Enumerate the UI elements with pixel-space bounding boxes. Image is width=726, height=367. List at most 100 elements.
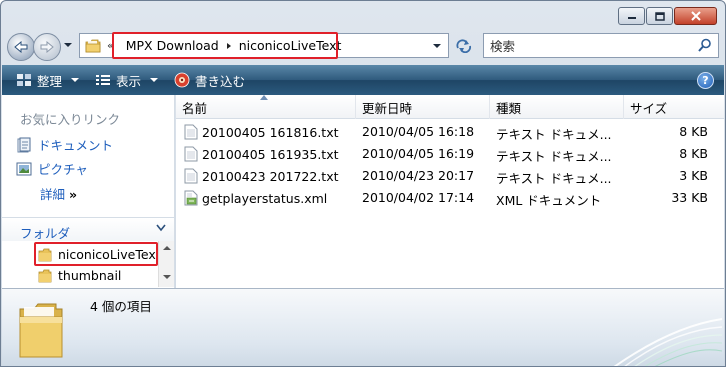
minimize-button[interactable] xyxy=(618,7,645,25)
forward-arrow-icon xyxy=(40,41,54,53)
organize-label: 整理 xyxy=(37,73,63,89)
column-header-type[interactable]: 種類 xyxy=(490,95,624,119)
tree-item-label: thumbnail xyxy=(58,268,122,283)
folders-title: フォルダ xyxy=(20,226,71,241)
help-button[interactable]: ? xyxy=(697,72,714,89)
file-date: 2010/04/02 17:14 xyxy=(362,190,475,205)
folder-icon xyxy=(85,39,101,52)
address-dropdown-icon[interactable] xyxy=(432,42,442,50)
favorite-pictures[interactable]: ピクチャ xyxy=(16,159,88,178)
column-header-name[interactable]: 名前 xyxy=(176,95,356,119)
recent-pages-chevron-icon[interactable] xyxy=(63,41,73,49)
file-type: テキスト ドキュメ... xyxy=(496,127,612,142)
column-header-date[interactable]: 更新日時 xyxy=(356,95,490,119)
file-name: 20100405 161935.txt xyxy=(202,146,339,162)
table-row[interactable]: 20100423 201722.txt 2010/04/23 20:17 テキス… xyxy=(176,165,724,187)
column-size-label: サイズ xyxy=(630,100,668,116)
refresh-icon xyxy=(456,39,472,53)
search-icon[interactable] xyxy=(698,38,712,52)
chevron-down-icon xyxy=(150,78,159,82)
file-date: 2010/04/23 20:17 xyxy=(362,168,475,183)
column-name-label: 名前 xyxy=(182,100,208,116)
help-icon: ? xyxy=(702,74,709,87)
caption-buttons xyxy=(618,7,717,25)
forward-button[interactable] xyxy=(33,33,61,61)
file-size: 8 KB xyxy=(679,146,708,161)
command-bar: 整理 表示 書き込む ? xyxy=(2,65,724,95)
history-chevron[interactable]: « xyxy=(107,39,114,52)
breadcrumb: MPX Download niconicoLiveText xyxy=(111,32,352,59)
burn-label: 書き込む xyxy=(195,73,246,89)
file-name-cell: 20100423 201722.txt xyxy=(184,168,339,184)
sort-ascending-icon xyxy=(260,95,268,100)
file-name-cell: getplayerstatus.xml xyxy=(184,190,327,206)
search-input[interactable]: 検索 xyxy=(483,33,719,58)
breadcrumb-separator-icon[interactable] xyxy=(225,42,233,50)
file-name: 20100405 161816.txt xyxy=(202,124,339,140)
column-header-row: 名前 更新日時 種類 サイズ xyxy=(176,95,724,119)
item-count: 4 個の項目 xyxy=(90,299,152,314)
folder-icon xyxy=(38,269,52,282)
address-row: « MPX Download niconicoLiveText 検索 xyxy=(7,31,719,61)
column-type-label: 種類 xyxy=(496,100,522,116)
file-name: 20100423 201722.txt xyxy=(202,168,339,184)
decorative-swoosh xyxy=(613,318,723,366)
file-type: XML ドキュメント xyxy=(496,193,602,208)
folder-icon xyxy=(38,248,52,261)
folder-tree-scrollbar[interactable] xyxy=(158,241,174,287)
documents-icon xyxy=(17,137,31,152)
more-links[interactable]: 詳細» xyxy=(40,184,77,203)
search-placeholder: 検索 xyxy=(490,39,516,54)
breadcrumb-mpx-download[interactable]: MPX Download xyxy=(120,38,225,53)
back-arrow-icon xyxy=(14,41,28,53)
maximize-icon xyxy=(654,11,665,21)
refresh-button[interactable] xyxy=(453,37,475,55)
favorite-documents-label: ドキュメント xyxy=(38,138,114,153)
file-date: 2010/04/05 16:19 xyxy=(362,146,475,161)
tree-item-thumbnail[interactable]: thumbnail xyxy=(38,268,121,283)
scroll-down-icon[interactable] xyxy=(163,274,171,280)
breadcrumb-niconicolivetext[interactable]: niconicoLiveText xyxy=(233,38,348,53)
large-folder-icon xyxy=(19,303,63,358)
more-chevrons: » xyxy=(69,187,77,202)
views-menu[interactable]: 表示 xyxy=(87,65,166,95)
scroll-up-icon[interactable] xyxy=(163,245,171,251)
navigation-pane: お気に入りリンク ドキュメント ピクチャ 詳細» フォルダ niconicoLi… xyxy=(2,95,175,288)
organize-menu[interactable]: 整理 xyxy=(8,65,87,95)
minimize-icon xyxy=(627,17,636,19)
pictures-icon xyxy=(16,162,32,175)
chevron-down-icon xyxy=(156,224,166,232)
text-file-icon xyxy=(184,168,198,184)
close-icon xyxy=(690,11,701,21)
file-name: getplayerstatus.xml xyxy=(202,190,328,206)
file-size: 3 KB xyxy=(679,168,708,183)
burn-disc-icon xyxy=(174,72,190,88)
table-row[interactable]: getplayerstatus.xml 2010/04/02 17:14 XML… xyxy=(176,187,724,209)
address-bar[interactable]: « MPX Download niconicoLiveText xyxy=(79,32,449,59)
tree-item-niconicolivetext[interactable]: niconicoLiveText xyxy=(38,247,161,262)
folders-header[interactable]: フォルダ xyxy=(2,217,174,241)
organize-icon xyxy=(17,74,31,86)
views-label: 表示 xyxy=(116,73,142,89)
file-size: 8 KB xyxy=(679,124,708,139)
file-type: テキスト ドキュメ... xyxy=(496,171,612,186)
text-file-icon xyxy=(184,146,198,162)
column-date-label: 更新日時 xyxy=(362,100,413,116)
file-size: 33 KB xyxy=(671,190,708,205)
table-row[interactable]: 20100405 161935.txt 2010/04/05 16:19 テキス… xyxy=(176,143,724,165)
xml-file-icon xyxy=(184,190,198,206)
text-file-icon xyxy=(184,124,198,140)
burn-button[interactable]: 書き込む xyxy=(166,65,253,95)
more-label: 詳細 xyxy=(40,187,66,202)
favorite-pictures-label: ピクチャ xyxy=(38,162,88,177)
close-button[interactable] xyxy=(674,7,717,25)
file-list: 名前 更新日時 種類 サイズ 20100405 161816.txt 2010/… xyxy=(176,95,724,288)
maximize-button[interactable] xyxy=(646,7,673,25)
table-row[interactable]: 20100405 161816.txt 2010/04/05 16:18 テキス… xyxy=(176,121,724,143)
column-header-size[interactable]: サイズ xyxy=(624,95,724,119)
views-icon xyxy=(96,75,111,85)
favorite-documents[interactable]: ドキュメント xyxy=(16,135,113,154)
file-type: テキスト ドキュメ... xyxy=(496,149,612,164)
back-button[interactable] xyxy=(7,33,35,61)
explorer-window: « MPX Download niconicoLiveText 検索 整理 表示… xyxy=(0,0,726,367)
